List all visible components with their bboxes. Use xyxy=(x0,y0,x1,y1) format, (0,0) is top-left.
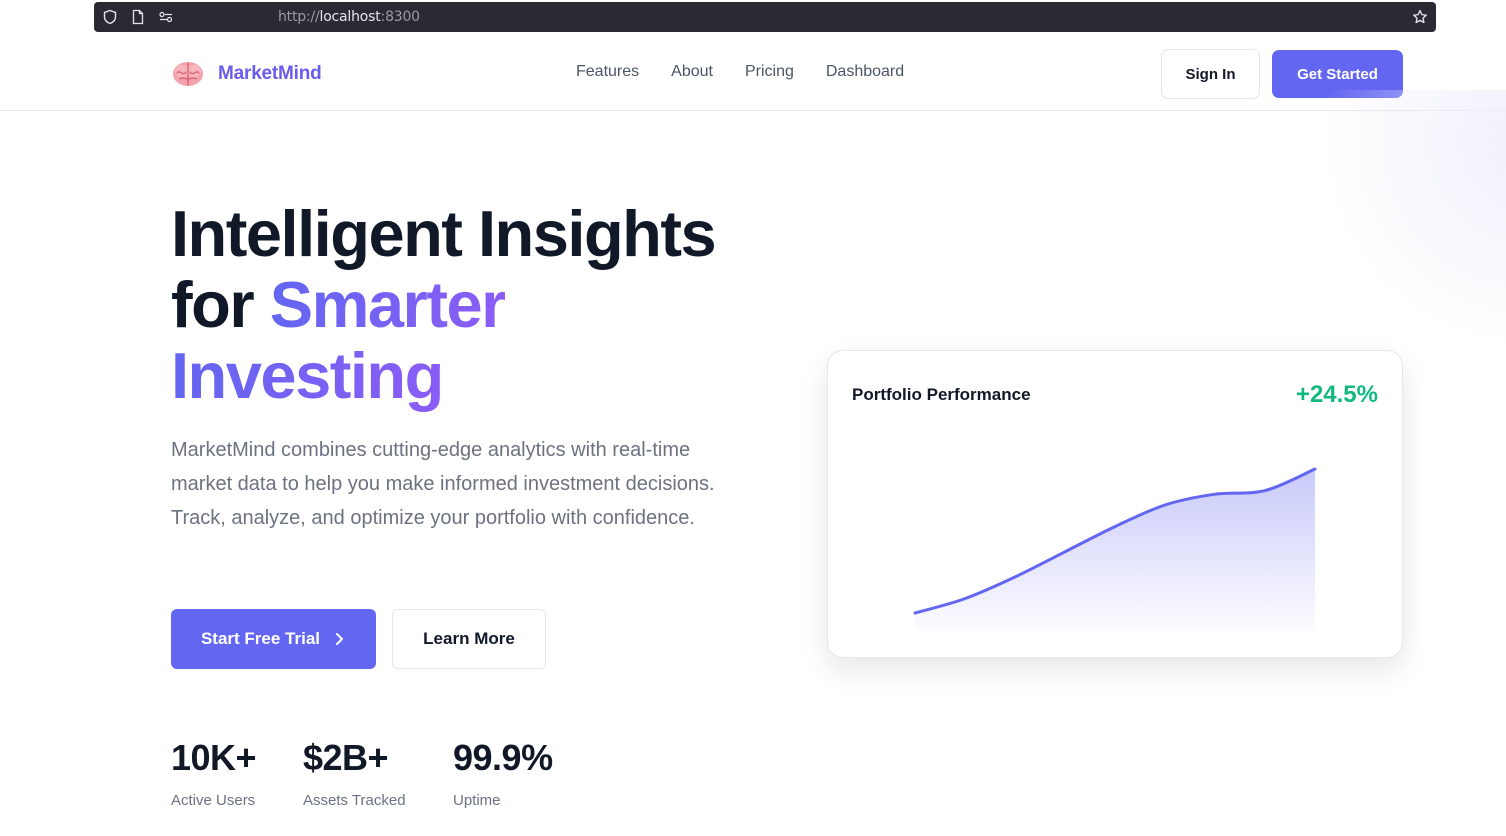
stat-value: 10K+ xyxy=(171,737,257,778)
learn-more-button[interactable]: Learn More xyxy=(392,609,546,669)
page-icon xyxy=(130,9,146,25)
url-host: localhost xyxy=(319,9,381,25)
stat-value: 99.9% xyxy=(453,737,553,778)
stat-assets-tracked: $2B+ Assets Tracked xyxy=(303,736,406,809)
bookmark-star-icon[interactable] xyxy=(1412,9,1428,25)
nav-link-about[interactable]: About xyxy=(671,63,713,81)
nav-link-dashboard[interactable]: Dashboard xyxy=(826,63,904,81)
shield-icon[interactable] xyxy=(102,9,118,25)
nav-links: Features About Pricing Dashboard xyxy=(576,63,904,81)
hero-title-accent: Smarter xyxy=(269,268,507,341)
url-scheme: http:// xyxy=(278,9,320,25)
start-free-trial-button[interactable]: Start Free Trial xyxy=(171,609,376,669)
chevron-right-icon xyxy=(336,633,344,645)
hero-description: MarketMind combines cutting-edge analyti… xyxy=(171,439,715,529)
brand-logo[interactable]: MarketMind xyxy=(171,58,322,90)
url-port: :8300 xyxy=(380,9,421,25)
browser-toolbar: http://localhost:8300 xyxy=(0,0,1506,38)
get-started-button[interactable]: Get Started xyxy=(1272,50,1403,98)
stat-uptime: 99.9% Uptime xyxy=(453,736,553,809)
stat-active-users: 10K+ Active Users xyxy=(171,736,257,809)
brand-name: MarketMind xyxy=(218,63,322,84)
brain-icon xyxy=(173,62,203,86)
hero-title-line1: Intelligent Insights xyxy=(171,197,717,270)
top-nav: MarketMind Features About Pricing Dashbo… xyxy=(0,38,1506,111)
hero-title-accent-2: Investing xyxy=(171,339,444,412)
start-free-trial-label: Start Free Trial xyxy=(200,629,321,648)
nav-link-pricing[interactable]: Pricing xyxy=(745,63,794,81)
hero-title: Intelligent Insights for Smarter Investi… xyxy=(171,198,791,411)
address-bar[interactable]: http://localhost:8300 xyxy=(94,2,1436,32)
portfolio-performance-card: Portfolio Performance +24.5% xyxy=(827,350,1403,658)
stat-label: Uptime xyxy=(453,792,501,809)
sign-in-button[interactable]: Sign In xyxy=(1161,49,1260,99)
stat-label: Assets Tracked xyxy=(303,792,406,809)
site-permissions-icon[interactable] xyxy=(158,9,174,25)
background-glow xyxy=(1320,90,1506,350)
url-text[interactable]: http://localhost:8300 xyxy=(278,2,420,32)
performance-chart xyxy=(913,467,1317,631)
stat-label: Active Users xyxy=(171,792,256,809)
nav-link-features[interactable]: Features xyxy=(576,63,639,81)
stat-value: $2B+ xyxy=(303,737,389,778)
hero-title-for: for xyxy=(171,268,270,341)
